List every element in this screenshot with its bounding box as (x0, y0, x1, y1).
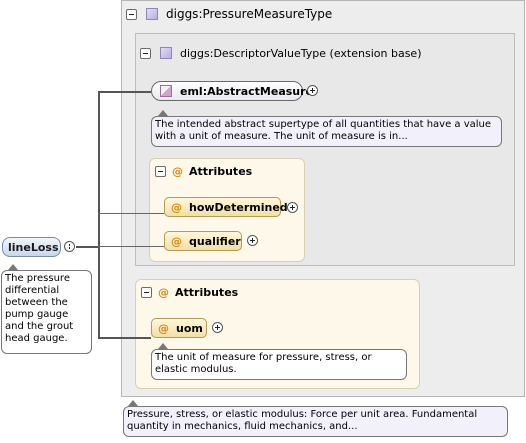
pressure-measure-type-doc: Pressure, stress, or elastic modulus: Fo… (123, 406, 508, 437)
complex-type-icon (146, 8, 158, 20)
connector-wire (98, 337, 151, 339)
pressure-measure-type-name: diggs:PressureMeasureType (166, 7, 333, 21)
own-attributes-header: Attributes (175, 286, 239, 299)
doc-callout-notch (158, 343, 168, 349)
connector-wire (98, 91, 100, 339)
attribute-group-icon: @ (158, 286, 169, 299)
uom-doc: The unit of measure for pressure, stress… (151, 349, 407, 380)
attribute-how-determined-name: howDetermined (189, 201, 288, 214)
doc-callout-notch (8, 264, 18, 270)
expand-how-determined-icon[interactable] (287, 202, 298, 213)
collapse-descriptor-value-type-icon[interactable] (140, 48, 151, 59)
expand-abstract-measure-icon[interactable] (307, 85, 318, 96)
attribute-icon: @ (171, 201, 182, 214)
abstract-measure-doc-text: The intended abstract supertype of all q… (155, 119, 492, 142)
line-loss-doc-text: The pressure differential between the pu… (5, 273, 74, 344)
abstract-measure-name: eml:AbstractMeasure (180, 85, 314, 98)
uom-doc-text: The unit of measure for pressure, stress… (155, 352, 372, 375)
attribute-group-icon: @ (172, 165, 183, 178)
collapse-base-attributes-icon[interactable] (155, 166, 166, 177)
line-loss-toggle-mask (67, 246, 72, 247)
doc-callout-notch (128, 400, 138, 406)
expand-qualifier-icon[interactable] (247, 235, 258, 246)
connector-wire (98, 246, 164, 247)
abstract-element-icon (160, 85, 172, 97)
connector-wire (98, 91, 151, 93)
line-loss-doc: The pressure differential between the pu… (1, 270, 92, 354)
pressure-measure-type-doc-text: Pressure, stress, or elastic modulus: Fo… (127, 409, 478, 432)
connector-wire (98, 213, 164, 214)
collapse-pressure-measure-type-icon[interactable] (126, 9, 137, 20)
attribute-qualifier-name: qualifier (189, 235, 241, 248)
attribute-icon: @ (171, 235, 182, 248)
abstract-measure-doc: The intended abstract supertype of all q… (151, 116, 502, 147)
collapse-own-attributes-icon[interactable] (141, 287, 152, 298)
doc-callout-notch (158, 110, 168, 116)
complex-type-icon (160, 47, 172, 59)
attribute-icon: @ (158, 322, 169, 335)
descriptor-value-type-name: diggs:DescriptorValueType (extension bas… (180, 47, 422, 60)
line-loss-name: lineLoss (8, 241, 59, 254)
expand-uom-icon[interactable] (212, 322, 223, 333)
attribute-uom-name: uom (176, 322, 203, 335)
connector-wire (76, 246, 98, 248)
base-attributes-header: Attributes (189, 165, 253, 178)
